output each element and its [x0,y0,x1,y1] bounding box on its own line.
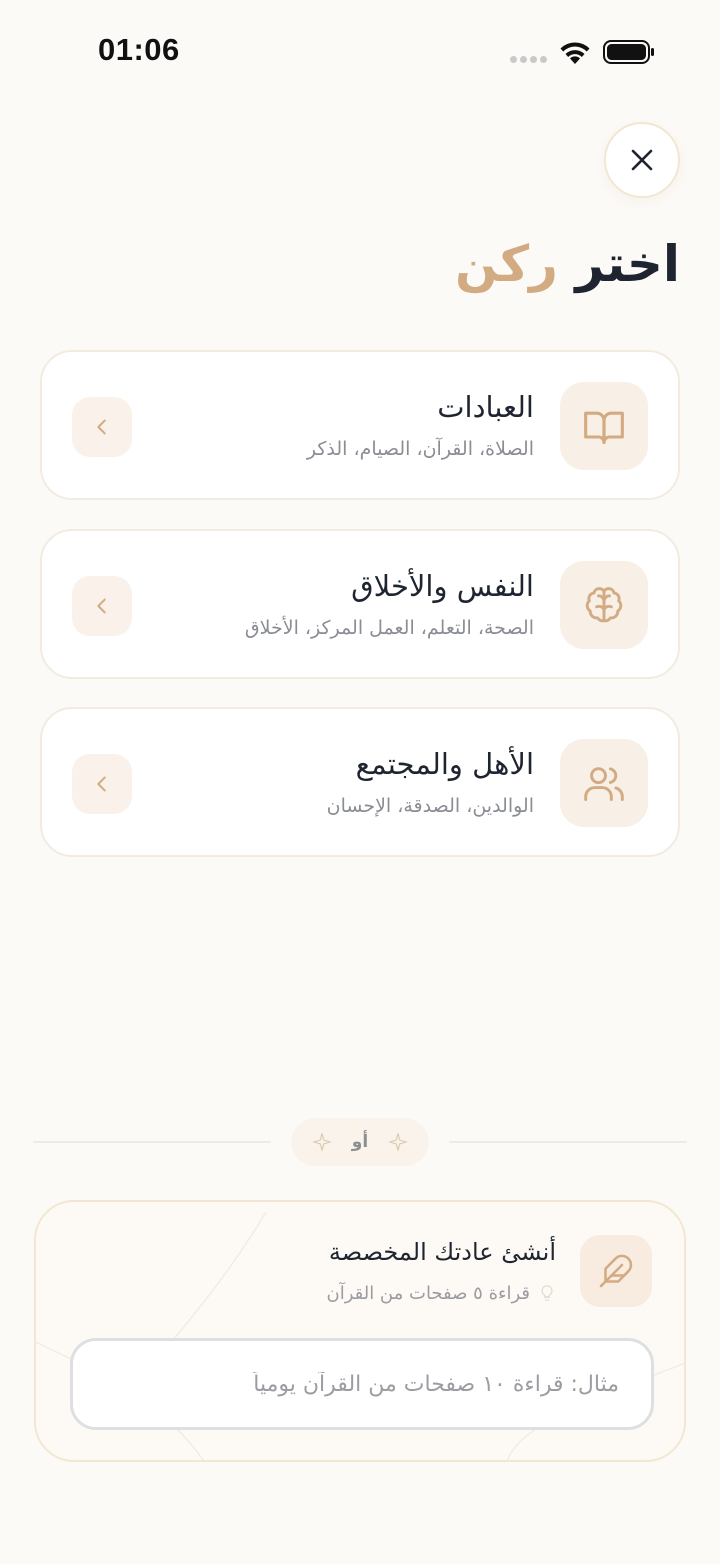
category-subtitle: الصلاة، القرآن، الصيام، الذكر [306,438,534,460]
custom-habit-title: أنشئ عادتك المخصصة [328,1238,556,1266]
page-title-part2: ركن [455,235,558,293]
category-card-worship[interactable]: العبادات الصلاة، القرآن، الصيام، الذكر [40,350,680,500]
category-card-self-ethics[interactable]: النفس والأخلاق الصحة، التعلم، العمل المر… [40,529,680,679]
category-title: الأهل والمجتمع [355,747,534,781]
custom-habit-hint: قراءة ٥ صفحات من القرآن [326,1282,556,1304]
custom-habit-input[interactable] [70,1338,654,1430]
open-book-icon [584,411,624,445]
status-bar: 01:06 [0,0,720,104]
or-divider: أو [291,1118,429,1166]
chevron-button[interactable] [72,397,132,457]
users-icon [584,767,624,801]
chevron-left-icon [97,776,106,792]
category-card-family-community[interactable]: الأهل والمجتمع الوالدين، الصدقة، الإحسان [40,707,680,857]
category-icon-box [560,382,648,470]
divider-line-right [449,1141,687,1143]
category-subtitle: الصحة، التعلم، العمل المركز، الأخلاق [244,617,534,639]
page-title: اختر ركن [455,226,680,302]
category-title: العبادات [437,390,534,424]
custom-habit-icon-box [580,1235,652,1307]
or-divider-label: أو [351,1132,369,1152]
feather-icon [599,1254,633,1288]
category-title: النفس والأخلاق [351,569,534,603]
chevron-left-icon [97,598,106,614]
sparkles-icon [312,1133,331,1151]
category-icon-box [560,739,648,827]
close-button[interactable] [604,122,680,198]
chevron-button[interactable] [72,754,132,814]
close-icon [631,149,653,171]
battery-icon [603,40,654,64]
lightbulb-icon [541,1285,553,1301]
sparkles-icon [389,1133,408,1151]
custom-habit-card: أنشئ عادتك المخصصة قراءة ٥ صفحات من القر… [34,1200,686,1462]
cellular-signal-icon [510,56,547,63]
category-icon-box [560,561,648,649]
chevron-button[interactable] [72,576,132,636]
custom-habit-hint-text: قراءة ٥ صفحات من القرآن [326,1282,530,1304]
category-subtitle: الوالدين، الصدقة، الإحسان [326,795,534,817]
page-title-part1: اختر [575,235,680,293]
status-time: 01:06 [98,32,180,67]
brain-icon [585,587,623,623]
chevron-left-icon [97,419,106,435]
divider-line-left [33,1141,271,1143]
wifi-icon [560,42,590,64]
